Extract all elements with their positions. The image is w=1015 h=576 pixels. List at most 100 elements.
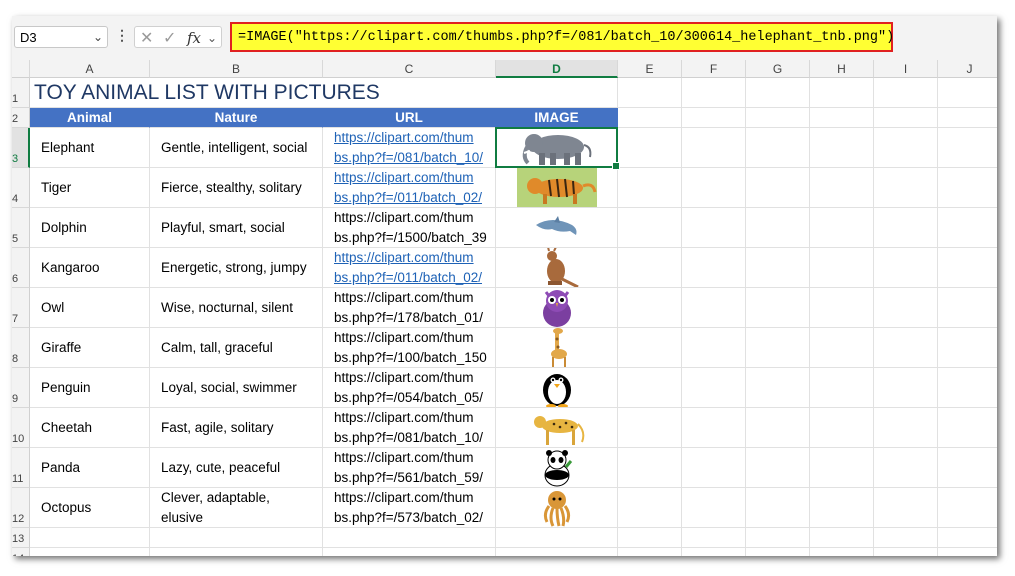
cell-g10[interactable] (746, 408, 810, 448)
cell-a12[interactable]: Octopus (30, 488, 150, 528)
cell-h3[interactable] (810, 128, 874, 168)
cell-j13[interactable] (938, 528, 997, 548)
row-header-13[interactable]: 13 (12, 528, 30, 548)
cell-h12[interactable] (810, 488, 874, 528)
row-header-4[interactable]: 4 (12, 168, 30, 208)
cell-b8[interactable]: Calm, tall, graceful (150, 328, 323, 368)
cell-i11[interactable] (874, 448, 938, 488)
header-animal[interactable]: Animal (30, 108, 150, 128)
cell-f5[interactable] (682, 208, 746, 248)
url-text[interactable]: https://clipart.com/thum (334, 248, 474, 268)
cell-h5[interactable] (810, 208, 874, 248)
cell-a7[interactable]: Owl (30, 288, 150, 328)
cell-b10[interactable]: Fast, agile, solitary (150, 408, 323, 448)
cell-i2[interactable] (874, 108, 938, 128)
url-text[interactable]: bs.php?f=/011/batch_02/ (334, 268, 482, 287)
cell-g11[interactable] (746, 448, 810, 488)
cell-e4[interactable] (618, 168, 682, 208)
cell-i13[interactable] (874, 528, 938, 548)
cell-f13[interactable] (682, 528, 746, 548)
cell-a8[interactable]: Giraffe (30, 328, 150, 368)
cell-b11[interactable]: Lazy, cute, peaceful (150, 448, 323, 488)
cell-g3[interactable] (746, 128, 810, 168)
cell-e12[interactable] (618, 488, 682, 528)
header-url[interactable]: URL (323, 108, 496, 128)
header-image[interactable]: IMAGE (496, 108, 618, 128)
cell-j2[interactable] (938, 108, 997, 128)
url-text[interactable]: https://clipart.com/thum (334, 168, 474, 188)
row-header-8[interactable]: 8 (12, 328, 30, 368)
cell-c8[interactable]: https://clipart.com/thum bs.php?f=/100/ba… (323, 328, 496, 368)
chevron-down-icon[interactable]: ⌄ (93, 30, 103, 44)
cell-i1[interactable] (874, 78, 938, 108)
cell-c5[interactable]: https://clipart.com/thum bs.php?f=/1500/b… (323, 208, 496, 248)
name-box[interactable]: D3 ⌄ (14, 26, 108, 48)
cell-b6[interactable]: Energetic, strong, jumpy (150, 248, 323, 288)
cell-j1[interactable] (938, 78, 997, 108)
insert-function-icon[interactable]: fx (187, 29, 201, 47)
column-header-h[interactable]: H (810, 60, 874, 78)
cell-h11[interactable] (810, 448, 874, 488)
cell-g1[interactable] (746, 78, 810, 108)
cell-c11[interactable]: https://clipart.com/thum bs.php?f=/561/ba… (323, 448, 496, 488)
cell-d10[interactable] (496, 408, 618, 448)
cell-g7[interactable] (746, 288, 810, 328)
cell-i5[interactable] (874, 208, 938, 248)
cell-e8[interactable] (618, 328, 682, 368)
cell-c3[interactable]: https://clipart.com/thum bs.php?f=/081/ba… (323, 128, 496, 168)
cell-d12[interactable] (496, 488, 618, 528)
cell-b14[interactable] (150, 548, 323, 556)
column-header-c[interactable]: C (323, 60, 496, 78)
cell-e11[interactable] (618, 448, 682, 488)
cell-f12[interactable] (682, 488, 746, 528)
cell-g6[interactable] (746, 248, 810, 288)
cell-j3[interactable] (938, 128, 997, 168)
url-text[interactable]: bs.php?f=/081/batch_10/ (334, 148, 483, 167)
cell-f7[interactable] (682, 288, 746, 328)
cancel-icon[interactable]: ✕ (140, 28, 153, 48)
cell-d13[interactable] (496, 528, 618, 548)
column-header-j[interactable]: J (938, 60, 997, 78)
cell-a6[interactable]: Kangaroo (30, 248, 150, 288)
cell-h9[interactable] (810, 368, 874, 408)
row-header-9[interactable]: 9 (12, 368, 30, 408)
cell-i4[interactable] (874, 168, 938, 208)
cell-i3[interactable] (874, 128, 938, 168)
cell-j7[interactable] (938, 288, 997, 328)
cell-g4[interactable] (746, 168, 810, 208)
cell-b4[interactable]: Fierce, stealthy, solitary (150, 168, 323, 208)
cell-h8[interactable] (810, 328, 874, 368)
cell-j5[interactable] (938, 208, 997, 248)
cell-g13[interactable] (746, 528, 810, 548)
row-header-6[interactable]: 6 (12, 248, 30, 288)
cell-j11[interactable] (938, 448, 997, 488)
row-header-7[interactable]: 7 (12, 288, 30, 328)
formula-input[interactable]: =IMAGE("https://clipart.com/thumbs.php?f… (230, 22, 894, 52)
cell-b12[interactable]: Clever, adaptable, elusive (150, 488, 323, 528)
cell-a10[interactable]: Cheetah (30, 408, 150, 448)
cell-g5[interactable] (746, 208, 810, 248)
cell-b9[interactable]: Loyal, social, swimmer (150, 368, 323, 408)
row-header-3[interactable]: 3 (12, 128, 30, 168)
url-text[interactable]: bs.php?f=/011/batch_02/ (334, 188, 482, 207)
cell-c4[interactable]: https://clipart.com/thum bs.php?f=/011/ba… (323, 168, 496, 208)
cell-d4[interactable] (496, 168, 618, 208)
cell-h13[interactable] (810, 528, 874, 548)
cell-j4[interactable] (938, 168, 997, 208)
cell-e3[interactable] (618, 128, 682, 168)
cell-f10[interactable] (682, 408, 746, 448)
cell-g14[interactable] (746, 548, 810, 556)
cell-i10[interactable] (874, 408, 938, 448)
column-header-d[interactable]: D (496, 60, 618, 78)
cell-b13[interactable] (150, 528, 323, 548)
cell-d1[interactable] (496, 78, 618, 108)
cell-j9[interactable] (938, 368, 997, 408)
cell-d9[interactable] (496, 368, 618, 408)
cell-d8[interactable] (496, 328, 618, 368)
cell-b5[interactable]: Playful, smart, social (150, 208, 323, 248)
cell-j14[interactable] (938, 548, 997, 556)
cell-f3[interactable] (682, 128, 746, 168)
column-header-i[interactable]: I (874, 60, 938, 78)
cell-a14[interactable] (30, 548, 150, 556)
column-header-f[interactable]: F (682, 60, 746, 78)
